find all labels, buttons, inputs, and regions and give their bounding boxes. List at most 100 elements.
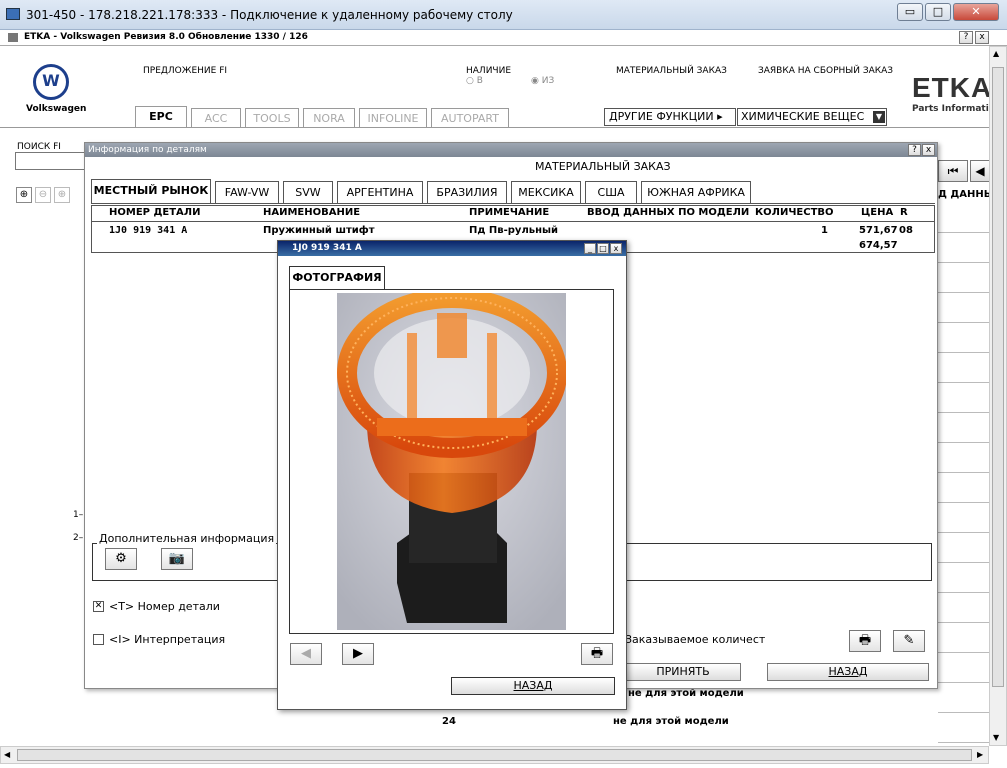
- dialog-back-label: НАЗАД: [828, 665, 868, 678]
- col-price: ЦЕНА: [861, 207, 894, 218]
- tab-tools[interactable]: TOOLS: [245, 108, 299, 128]
- hscroll-thumb[interactable]: [17, 749, 972, 761]
- bg-not-for-model-1: не для этой модели: [628, 688, 744, 699]
- tab-autopart[interactable]: AUTOPART: [431, 108, 509, 128]
- tabs-baseline: [0, 127, 989, 128]
- nav-prev-icon[interactable]: ◀: [970, 160, 990, 182]
- tab-local-market[interactable]: МЕСТНЫЙ РЫНОК: [91, 179, 211, 204]
- row-price-1: 571,67: [859, 225, 898, 236]
- camera-icon[interactable]: 📷: [161, 548, 193, 570]
- tab-faw-vw[interactable]: FAW-VW: [215, 181, 279, 203]
- row-part-number: 1J0 919 341 A: [109, 225, 188, 236]
- col-part-number: НОМЕР ДЕТАЛИ: [109, 207, 201, 218]
- row-note: Пд Пв-рульный: [469, 225, 559, 236]
- tab-brazil[interactable]: БРАЗИЛИЯ: [427, 181, 507, 203]
- cb-part-number-label: <T> Номер детали: [109, 600, 220, 613]
- window-title: 301-450 - 178.218.221.178:333 - Подключе…: [26, 8, 513, 22]
- other-functions-button[interactable]: ДРУГИЕ ФУНКЦИИ ▸: [604, 108, 736, 126]
- assembly-order-link[interactable]: ЗАЯВКА НА СБОРНЫЙ ЗАКАЗ: [758, 66, 893, 76]
- scroll-thumb[interactable]: [992, 67, 1004, 687]
- dialog-close-button[interactable]: x: [922, 144, 935, 156]
- chevron-down-icon[interactable]: ▼: [873, 111, 885, 123]
- order-quantity-label: Заказываемое количест: [625, 633, 766, 646]
- print-icon[interactable]: 🖶: [849, 630, 881, 652]
- horizontal-scrollbar[interactable]: ◀ ▶: [0, 746, 989, 764]
- minimize-button[interactable]: ▭: [897, 3, 923, 21]
- tab-nora[interactable]: NORA: [303, 108, 355, 128]
- popup-close-button[interactable]: x: [610, 243, 622, 254]
- scroll-left-icon[interactable]: ◀: [4, 750, 10, 759]
- photo-popup: 1J0 919 341 A _ □ x ФОТОГРАФИЯ ◀ ▶ 🖶 НАЗ…: [277, 240, 627, 710]
- checkbox-interpretation[interactable]: [93, 634, 104, 645]
- remote-desktop-icon: [6, 8, 20, 20]
- proposal-label: ПРЕДЛОЖЕНИЕ FI: [143, 66, 228, 76]
- tab-usa[interactable]: США: [585, 181, 637, 203]
- material-order-link[interactable]: МАТЕРИАЛЬНЫЙ ЗАКАЗ: [616, 66, 727, 76]
- col-quantity: КОЛИЧЕСТВО: [755, 207, 834, 218]
- search-label: ПОИСК FI: [17, 142, 61, 152]
- vw-logo: W: [33, 64, 69, 100]
- tab-photo-label: ФОТОГРАФИЯ: [292, 271, 382, 284]
- option-in-label: В: [476, 76, 483, 86]
- nav-first-icon[interactable]: ⏮: [938, 160, 968, 182]
- part-diagram-icon[interactable]: ⚙: [105, 548, 137, 570]
- tab-south-africa[interactable]: ЮЖНАЯ АФРИКА: [641, 181, 751, 203]
- search-input[interactable]: [15, 152, 85, 170]
- option-from[interactable]: ◉ ИЗ: [531, 76, 554, 86]
- app-icon: [8, 33, 18, 42]
- tab-argentina[interactable]: АРГЕНТИНА: [337, 181, 423, 203]
- window-title-bar: 301-450 - 178.218.221.178:333 - Подключе…: [0, 0, 1007, 30]
- dialog-help-button[interactable]: ?: [908, 144, 921, 156]
- tab-infoline[interactable]: INFOLINE: [359, 108, 427, 128]
- next-photo-icon[interactable]: ▶: [342, 643, 374, 665]
- zoom-out-icon[interactable]: ⊖: [35, 187, 51, 203]
- option-in[interactable]: ○ В: [466, 76, 483, 86]
- col-name: НАИМЕНОВАНИЕ: [263, 207, 361, 218]
- popup-title-bar: 1J0 919 341 A: [278, 241, 626, 256]
- tab-svw[interactable]: SVW: [283, 181, 333, 203]
- zoom-fit-icon[interactable]: ⊕: [54, 187, 70, 203]
- header-divider: [91, 221, 935, 222]
- popup-minimize-button[interactable]: _: [584, 243, 596, 254]
- chem-select[interactable]: ХИМИЧЕСКИЕ ВЕЩЕС ▼: [737, 108, 887, 126]
- vertical-scrollbar[interactable]: ▲ ▼: [989, 46, 1007, 746]
- tab-epc[interactable]: EPC: [135, 106, 187, 128]
- popup-print-icon[interactable]: 🖶: [581, 643, 613, 665]
- scroll-right-icon[interactable]: ▶: [977, 750, 983, 759]
- etka-logo: ETKA: [912, 72, 993, 103]
- row-quantity: 1: [821, 225, 828, 236]
- app-help-button[interactable]: ?: [959, 31, 973, 44]
- close-button[interactable]: ✕: [953, 3, 999, 21]
- tab-mexico[interactable]: МЕКСИКА: [511, 181, 581, 203]
- edit-icon[interactable]: ✎: [893, 630, 925, 652]
- other-functions-label: ДРУГИЕ ФУНКЦИИ: [609, 110, 714, 123]
- bg-row-1: 1–: [73, 510, 84, 520]
- zoom-in-icon[interactable]: ⊕: [16, 187, 32, 203]
- scroll-up-icon[interactable]: ▲: [993, 49, 999, 58]
- maximize-button[interactable]: □: [925, 3, 951, 21]
- prev-photo-icon[interactable]: ◀: [290, 643, 322, 665]
- popup-back-button[interactable]: НАЗАД: [451, 677, 615, 695]
- etka-subtitle: Parts Informati: [912, 104, 989, 114]
- scroll-down-icon[interactable]: ▼: [993, 733, 999, 742]
- accept-button[interactable]: ПРИНЯТЬ: [625, 663, 741, 681]
- popup-maximize-button[interactable]: □: [597, 243, 609, 254]
- popup-title: 1J0 919 341 A: [292, 243, 362, 253]
- bg-number-24: 24: [442, 716, 456, 727]
- row-price-2: 674,57: [859, 240, 898, 251]
- tab-photo[interactable]: ФОТОГРАФИЯ: [289, 266, 385, 289]
- app-close-button[interactable]: x: [975, 31, 989, 44]
- checkbox-part-number[interactable]: ✕: [93, 601, 104, 612]
- part-photo: [337, 293, 566, 630]
- chem-select-value: ХИМИЧЕСКИЕ ВЕЩЕС: [741, 110, 865, 123]
- col-note: ПРИМЕЧАНИЕ: [469, 207, 550, 218]
- row-name: Пружинный штифт: [263, 225, 375, 236]
- dialog-back-button[interactable]: НАЗАД: [767, 663, 929, 681]
- tab-acc[interactable]: ACC: [191, 108, 241, 128]
- dialog-title-bar: Информация по деталям: [85, 143, 937, 157]
- option-from-label: ИЗ: [541, 76, 555, 86]
- bg-not-for-model-2: не для этой модели: [613, 716, 729, 727]
- accept-label: ПРИНЯТЬ: [656, 665, 710, 678]
- tabs-line: [91, 203, 935, 204]
- extra-info-label: Дополнительная информация: [97, 532, 277, 545]
